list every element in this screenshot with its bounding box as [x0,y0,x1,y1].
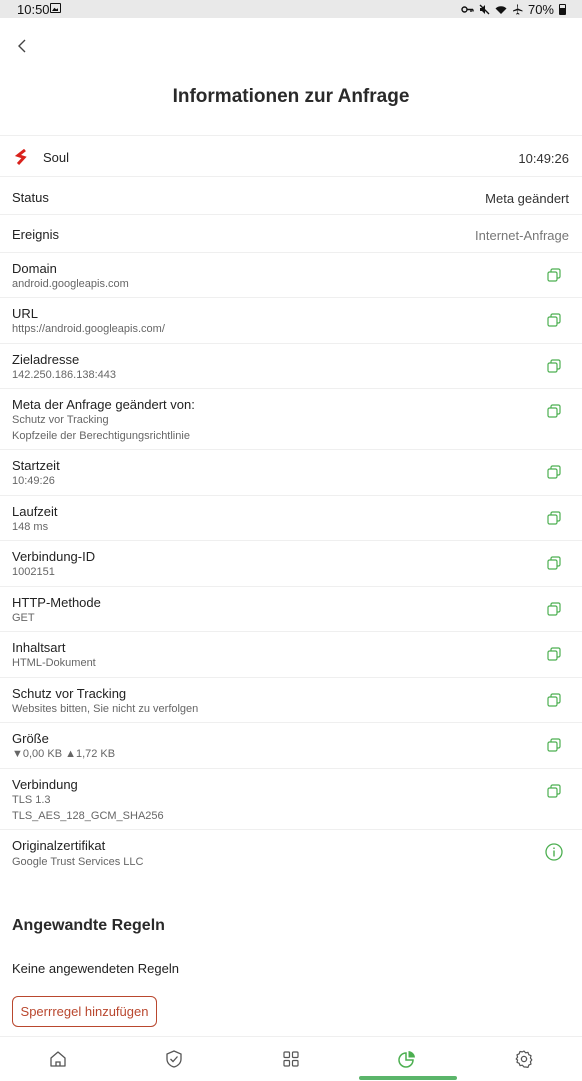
statistics-icon[interactable] [397,1049,417,1069]
detail-label: HTTP-Methode [12,595,101,610]
detail-label: Startzeit [12,458,60,473]
info-icon[interactable] [545,843,563,861]
copy-icon[interactable] [547,313,561,327]
detail-row: Meta der Anfrage geändert von: Schutz vor… [0,388,582,449]
app-name: Soul [43,150,70,165]
copy-icon[interactable] [547,556,561,570]
copy-icon[interactable] [547,693,561,707]
status-icons: 70% [461,2,566,17]
copy-icon[interactable] [547,511,561,525]
status-label: Status [12,190,49,205]
detail-row: HTTP-Methode GET [0,586,582,631]
detail-row: Verbindung TLS 1.3 TLS_AES_128_GCM_SHA256 [0,768,582,829]
copy-icon[interactable] [547,465,561,479]
detail-label: Inhaltsart [12,640,66,655]
detail-value: TLS 1.3 [12,794,51,806]
copy-icon[interactable] [547,404,561,418]
detail-label: URL [12,306,39,321]
detail-row: Domain android.googleapis.com [0,252,582,297]
detail-label: Verbindung [12,777,78,792]
shield-icon[interactable] [164,1049,184,1069]
certificate-label: Originalzertifikat [12,838,106,853]
status-value: Meta geändert [485,191,569,206]
event-label: Ereignis [12,227,59,242]
detail-row: Laufzeit 148 ms [0,495,582,540]
certificate-value: Google Trust Services LLC [12,856,144,868]
detail-value: Schutz vor Tracking [12,414,109,426]
event-value: Internet-Anfrage [475,228,569,243]
copy-icon[interactable] [547,738,561,752]
detail-label: Laufzeit [12,504,58,519]
bottom-navigation [0,1036,582,1081]
detail-value: Websites bitten, Sie nicht zu verfolgen [12,703,199,715]
app-row[interactable]: Soul 10:49:26 [0,135,582,176]
detail-value: 10:49:26 [12,475,55,487]
copy-icon[interactable] [547,602,561,616]
vpn-key-icon [461,6,474,13]
detail-label: Meta der Anfrage geändert von: [12,397,195,412]
page-title: Informationen zur Anfrage [172,86,410,107]
status-time: 10:50 [17,2,50,17]
no-rules-text: Keine angewendeten Regeln [12,961,179,976]
detail-value: ▼0,00 KB ▲1,72 KB [12,748,116,760]
detail-label: Schutz vor Tracking [12,686,127,701]
mute-icon [479,4,490,15]
detail-row: Zieladresse 142.250.186.138:443 [0,343,582,388]
add-block-rule-button[interactable]: Sperrregel hinzufügen [12,996,157,1027]
detail-value: 1002151 [12,566,55,578]
detail-row: Inhaltsart HTML-Dokument [0,631,582,677]
battery-icon [559,4,566,15]
detail-row: Schutz vor Tracking Websites bitten, Sie … [0,677,582,722]
active-tab-indicator [359,1076,457,1080]
back-button[interactable] [14,37,32,55]
event-row: Ereignis Internet-Anfrage [0,214,582,252]
status-row: Status Meta geändert [0,176,582,214]
detail-value: TLS_AES_128_GCM_SHA256 [12,810,164,822]
detail-value: Kopfzeile der Berechtigungsrichtlinie [12,430,190,442]
settings-icon[interactable] [514,1049,534,1069]
copy-icon[interactable] [547,647,561,661]
airplane-icon [512,4,523,15]
detail-label: Größe [12,731,49,746]
image-icon [50,3,61,13]
copy-icon[interactable] [547,784,561,798]
detail-value: 148 ms [12,521,49,533]
copy-icon[interactable] [547,359,561,373]
soul-logo-icon [14,149,27,165]
detail-value: 142.250.186.138:443 [12,369,116,381]
detail-label: Verbindung-ID [12,549,96,564]
status-bar: 10:50 70% [0,0,582,18]
detail-value: HTML-Dokument [12,657,96,669]
detail-row: Verbindung-ID 1002151 [0,540,582,586]
detail-label: Zieladresse [12,352,80,367]
home-icon[interactable] [48,1049,68,1069]
apps-icon[interactable] [281,1049,301,1069]
wifi-icon [495,5,507,14]
copy-icon[interactable] [547,268,561,282]
app-time: 10:49:26 [518,151,569,166]
detail-row: Größe ▼0,00 KB ▲1,72 KB [0,722,582,768]
battery-percent: 70% [527,2,554,17]
detail-row: URL https://android.googleapis.com/ [0,297,582,343]
detail-value: https://android.googleapis.com/ [12,323,165,335]
applied-rules-title: Angewandte Regeln [12,917,165,934]
detail-label: Domain [12,261,57,276]
certificate-row[interactable]: Originalzertifikat Google Trust Services… [0,829,582,881]
detail-value: android.googleapis.com [12,278,129,290]
detail-row: Startzeit 10:49:26 [0,449,582,495]
detail-value: GET [12,612,35,624]
